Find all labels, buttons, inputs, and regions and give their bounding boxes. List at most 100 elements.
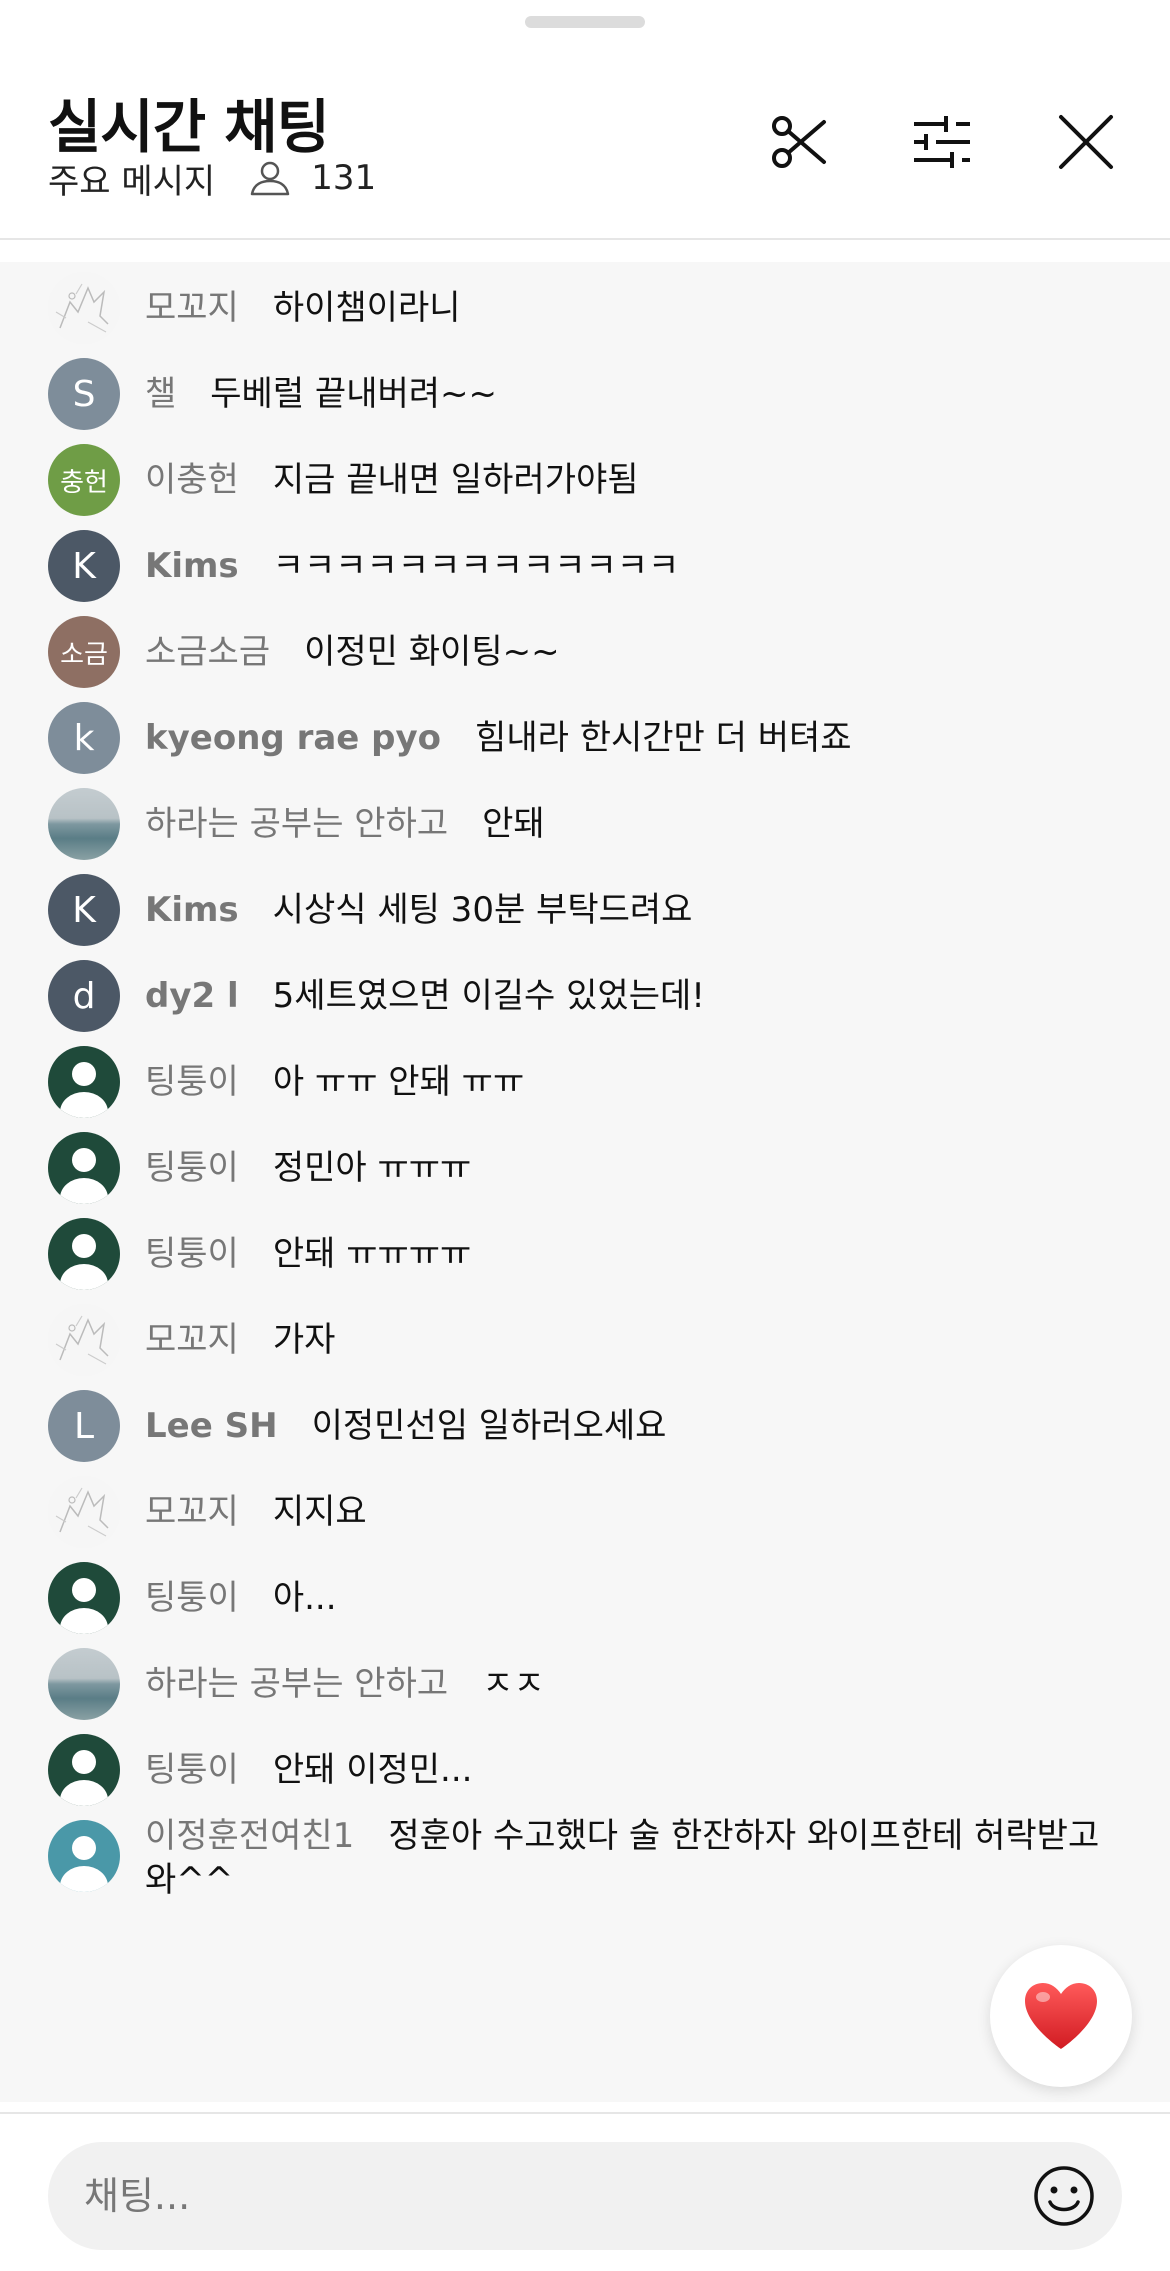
avatar[interactable] — [48, 1046, 120, 1118]
smiley-icon[interactable] — [1032, 2164, 1096, 2228]
close-icon — [1059, 115, 1113, 169]
avatar-initial: K — [72, 545, 96, 587]
avatar-initial: L — [73, 1405, 95, 1447]
chat-message-body: Lee SH 이정민선임 일하러오세요 — [145, 1404, 1130, 1448]
viewer-count: 131 — [311, 158, 377, 198]
message-text: 안돼 — [482, 804, 545, 844]
chat-input[interactable] — [84, 2142, 1024, 2250]
message-author[interactable]: 모꼬지 — [145, 288, 239, 328]
message-author[interactable]: 이충헌 — [145, 460, 239, 500]
message-text: 안돼 ㅠㅠㅠㅠ — [272, 1234, 472, 1274]
chat-message-list[interactable]: 모꼬지 하이챔이라니 S 챌 두베럴 끝내버려~~ 충헌 이충헌 지금 끝내면 일하러가야됨 K… — [0, 262, 1170, 2102]
avatar[interactable]: K — [48, 530, 120, 602]
message-author[interactable]: Kims — [145, 546, 239, 586]
avatar-initial: K — [72, 889, 96, 931]
chat-message-body: 모꼬지 하이챔이라니 — [145, 286, 1130, 330]
message-text: 두베럴 끝내버려~~ — [210, 374, 498, 414]
default-profile-icon — [60, 1836, 108, 1892]
avatar-initial: 충헌 — [60, 467, 108, 498]
message-author[interactable]: 소금소금 — [145, 632, 270, 672]
message-text: 시상식 세팅 30분 부탁드려요 — [272, 890, 693, 930]
chat-message-body: 모꼬지 지지요 — [145, 1490, 1130, 1534]
message-author[interactable]: 하라는 공부는 안하고 — [145, 1664, 448, 1704]
avatar[interactable] — [48, 1820, 120, 1892]
chat-message-body: 하라는 공부는 안하고 ㅈㅈ — [145, 1662, 1130, 1706]
settings-button[interactable] — [906, 106, 978, 178]
close-button[interactable] — [1050, 106, 1122, 178]
sketch-profile-image — [48, 1304, 120, 1376]
avatar[interactable]: 소금 — [48, 616, 120, 688]
chat-header: 실시간 채팅 주요 메시지 131 — [0, 0, 1170, 240]
message-text: 아... — [272, 1578, 337, 1618]
chat-message-body: 팅퉁이 정민아 ㅠㅠㅠ — [145, 1146, 1130, 1190]
avatar-initial: 소금 — [60, 639, 108, 670]
message-author[interactable]: 하라는 공부는 안하고 — [145, 804, 448, 844]
chat-message-body: 팅퉁이 안돼 ㅠㅠㅠㅠ — [145, 1232, 1130, 1276]
avatar[interactable] — [48, 1562, 120, 1634]
avatar[interactable]: S — [48, 358, 120, 430]
person-icon — [249, 160, 291, 196]
chat-message-body: 팅퉁이 아 ㅠㅠ 안돼 ㅠㅠ — [145, 1060, 1130, 1104]
message-author[interactable]: 이정훈전여친1 — [145, 1816, 354, 1856]
message-text: 5세트였으면 이길수 있었는데! — [272, 976, 705, 1016]
heart-icon — [1025, 1983, 1097, 2049]
chat-message-body: dy2 l 5세트였으면 이길수 있었는데! — [145, 974, 1130, 1018]
message-text: 가자 — [272, 1320, 336, 1360]
message-author[interactable]: dy2 l — [145, 976, 239, 1016]
message-text: ㅈㅈ — [482, 1664, 545, 1704]
avatar[interactable] — [48, 272, 120, 344]
chat-message-body: 하라는 공부는 안하고 안돼 — [145, 802, 1130, 846]
message-text: 안돼 이정민... — [272, 1750, 473, 1790]
default-profile-icon — [60, 1578, 108, 1634]
avatar[interactable] — [48, 1476, 120, 1548]
reaction-button[interactable] — [990, 1945, 1132, 2087]
default-profile-icon — [60, 1062, 108, 1118]
header-divider — [0, 238, 1170, 240]
message-author[interactable]: 모꼬지 — [145, 1320, 239, 1360]
avatar[interactable] — [48, 788, 120, 860]
avatar[interactable] — [48, 1218, 120, 1290]
default-profile-icon — [60, 1750, 108, 1806]
input-divider — [0, 2112, 1170, 2114]
clip-button[interactable] — [762, 106, 834, 178]
message-author[interactable]: 챌 — [145, 374, 176, 414]
message-text: 정민아 ㅠㅠㅠ — [272, 1148, 472, 1188]
message-text: 아 ㅠㅠ 안돼 ㅠㅠ — [272, 1062, 525, 1102]
sliders-icon — [914, 116, 970, 168]
avatar[interactable]: L — [48, 1390, 120, 1462]
message-author[interactable]: 팅퉁이 — [145, 1062, 239, 1102]
chat-message-body: 이충헌 지금 끝내면 일하러가야됨 — [145, 458, 1130, 502]
message-text: 힘내라 한시간만 더 버텨죠 — [475, 718, 852, 758]
avatar[interactable]: d — [48, 960, 120, 1032]
message-author[interactable]: 팅퉁이 — [145, 1750, 239, 1790]
default-profile-icon — [60, 1148, 108, 1204]
chat-input-bar — [48, 2142, 1122, 2250]
message-author[interactable]: 모꼬지 — [145, 1492, 239, 1532]
scissors-icon — [772, 116, 826, 168]
sketch-profile-image — [48, 1476, 120, 1548]
message-author[interactable]: 팅퉁이 — [145, 1234, 239, 1274]
message-author[interactable]: Lee SH — [145, 1406, 278, 1446]
chat-mode-label: 주요 메시지 — [48, 161, 216, 202]
chat-message-body: Kims 시상식 세팅 30분 부탁드려요 — [145, 888, 1130, 932]
message-author[interactable]: kyeong rae pyo — [145, 718, 441, 758]
avatar[interactable] — [48, 1304, 120, 1376]
message-text: 이정민 화이팅~~ — [304, 632, 560, 672]
chat-message-body: 모꼬지 가자 — [145, 1318, 1130, 1362]
message-author[interactable]: 팅퉁이 — [145, 1578, 239, 1618]
avatar[interactable]: k — [48, 702, 120, 774]
message-author[interactable]: Kims — [145, 890, 239, 930]
chat-mode-row[interactable]: 주요 메시지 131 — [48, 150, 376, 206]
avatar[interactable] — [48, 1734, 120, 1806]
avatar[interactable]: K — [48, 874, 120, 946]
message-text: 하이챔이라니 — [272, 288, 461, 328]
chat-message-body: 팅퉁이 아... — [145, 1576, 1130, 1620]
message-author[interactable]: 팅퉁이 — [145, 1148, 239, 1188]
chat-message-body: 팅퉁이 안돼 이정민... — [145, 1748, 1130, 1792]
avatar[interactable] — [48, 1648, 120, 1720]
avatar-initial: d — [72, 975, 96, 1017]
avatar[interactable]: 충헌 — [48, 444, 120, 516]
chat-message-body: kyeong rae pyo 힘내라 한시간만 더 버텨죠 — [145, 716, 1130, 760]
avatar[interactable] — [48, 1132, 120, 1204]
avatar-initial: S — [72, 373, 96, 415]
